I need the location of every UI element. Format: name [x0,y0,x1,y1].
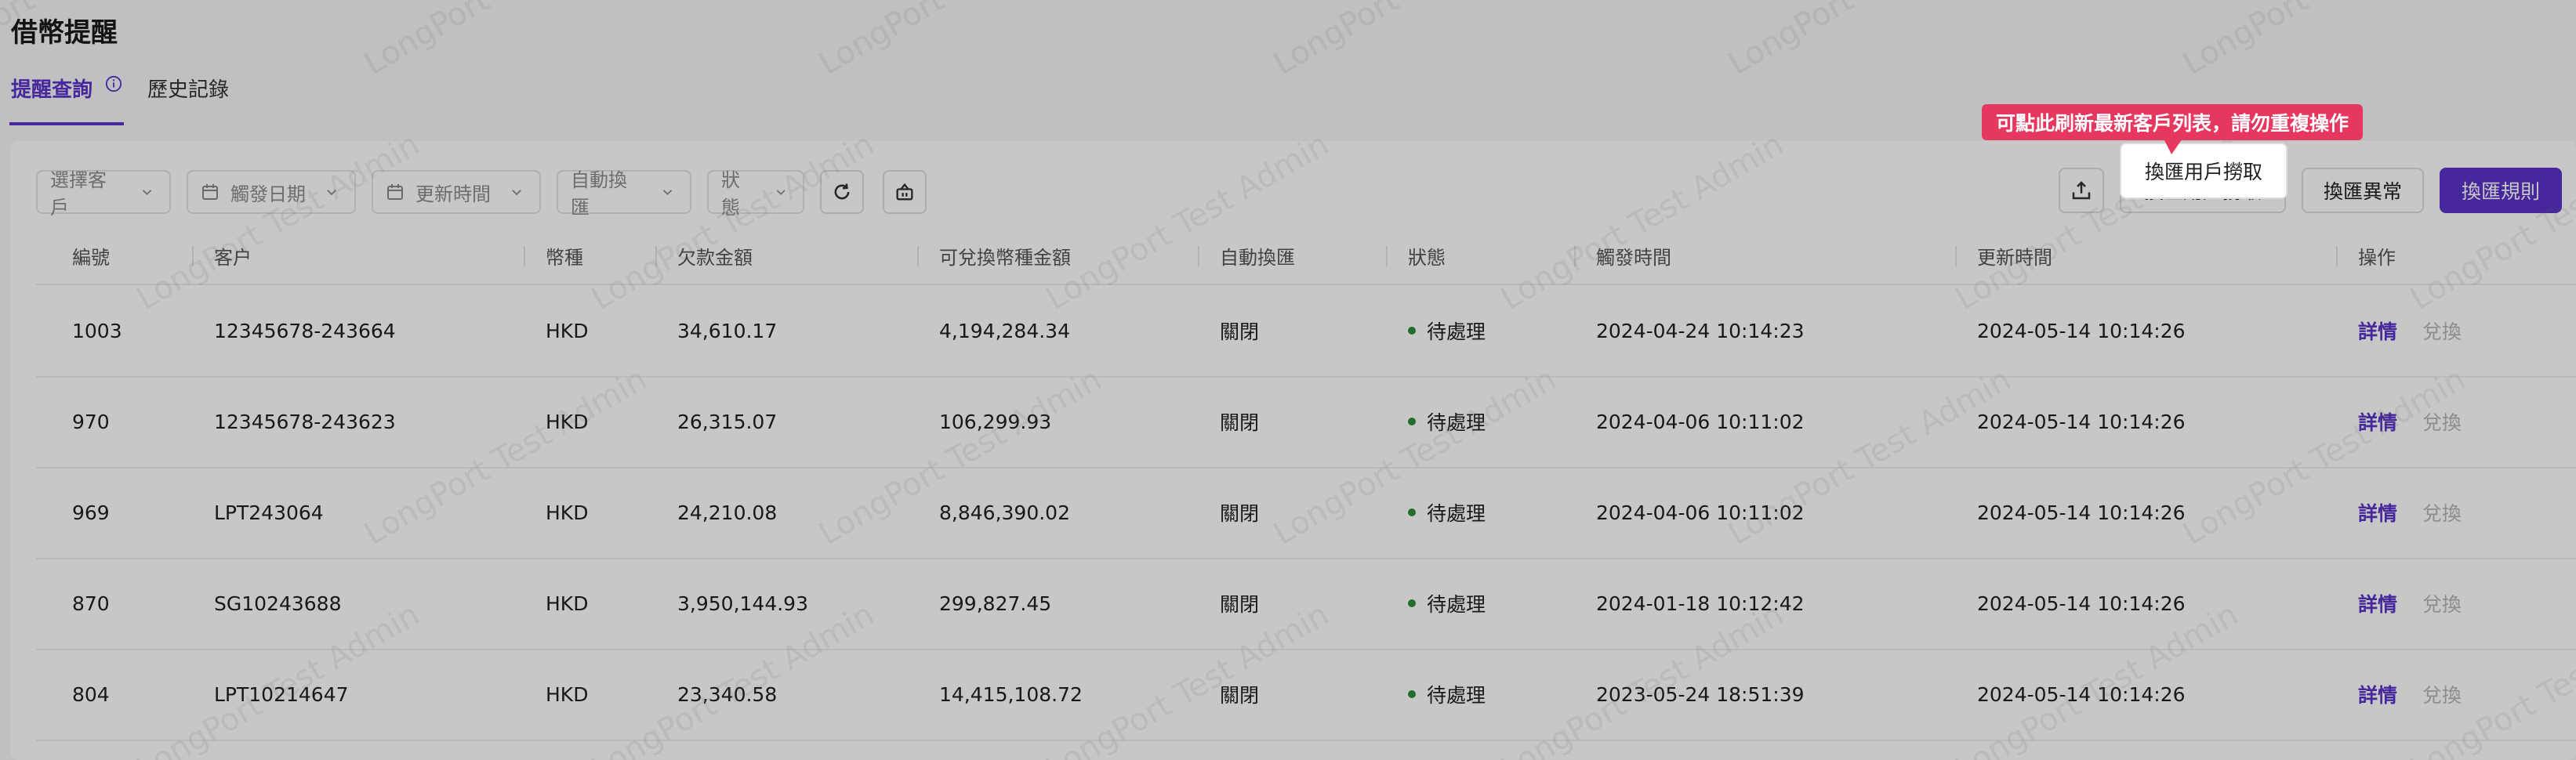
guide-tooltip-text: 可點此刷新最新客戶列表，請勿重複操作 [1996,112,2349,135]
guide-tooltip: 可點此刷新最新客戶列表，請勿重複操作 [1982,104,2364,154]
fetch-exchange-users-button-highlight[interactable]: 換匯用戶撈取 [2120,143,2288,199]
tooltip-arrow [2164,139,2182,154]
